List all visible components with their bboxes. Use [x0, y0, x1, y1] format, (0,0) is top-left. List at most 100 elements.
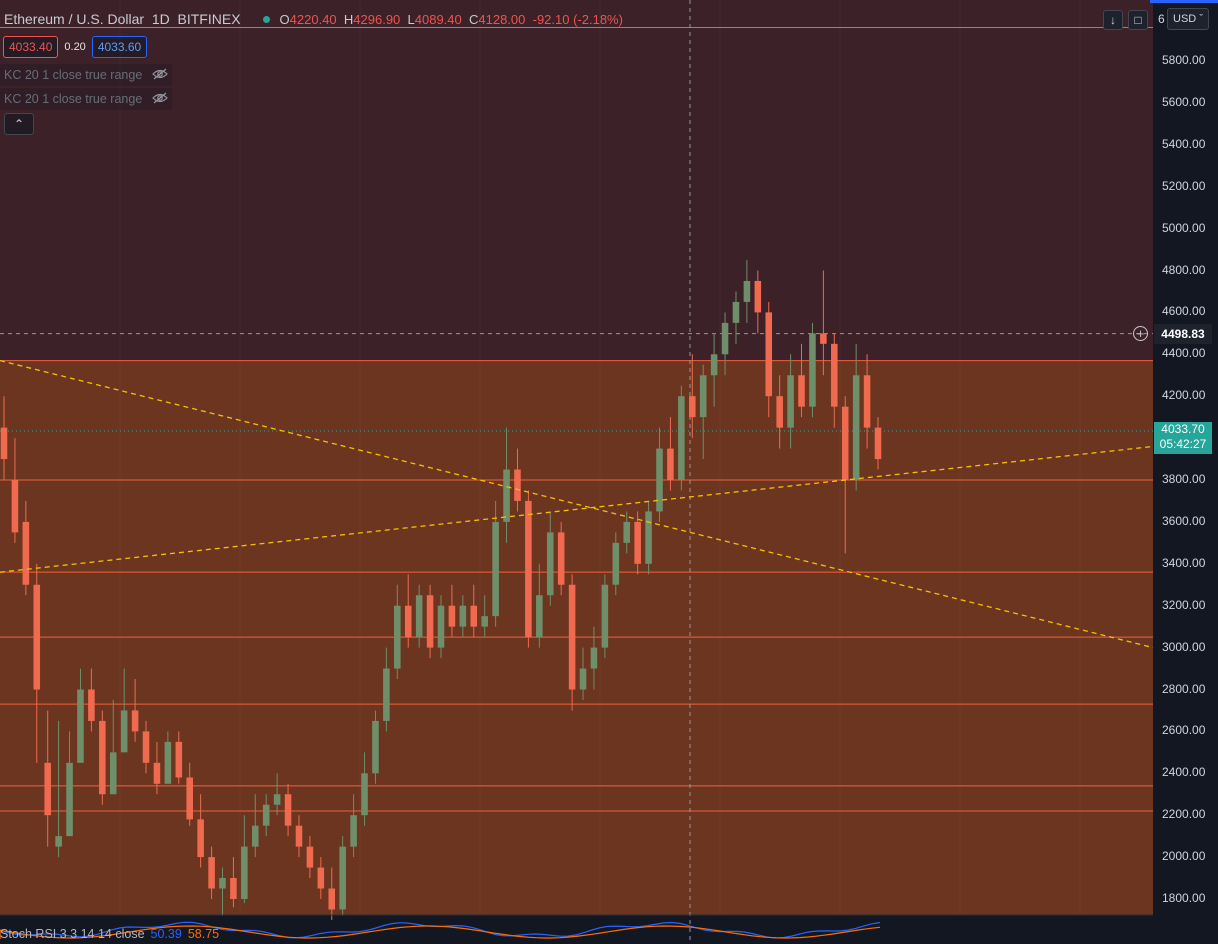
buy-button[interactable]: 4033.60 — [91, 36, 148, 58]
candle-body — [623, 521, 631, 543]
candle — [557, 521, 565, 596]
stoch-k-value: 50.39 — [150, 927, 182, 941]
candle-body — [656, 448, 663, 512]
maximize-button[interactable]: □ — [1128, 10, 1148, 30]
arrow-down-icon: ↓ — [1110, 13, 1116, 27]
collapse-legend-button[interactable]: ⌃ — [4, 113, 34, 135]
stoch-rsi-legend[interactable]: Stoch RSI 3 3 14 14 close 50.39 58.75 — [0, 925, 219, 943]
indicator-legend-kc-1[interactable]: KC 20 1 close true range — [0, 64, 173, 86]
candle-body — [481, 616, 488, 627]
candle-body — [219, 878, 226, 889]
candle-body — [394, 605, 401, 669]
candle-body — [415, 595, 423, 638]
candle-body — [743, 280, 751, 302]
candle-body — [131, 710, 139, 732]
candle-body — [874, 427, 882, 460]
symbol-title[interactable]: Ethereum / U.S. Dollar 1D BITFINEX — [0, 11, 241, 27]
hidden-eye-icon[interactable] — [152, 92, 169, 107]
candle-body — [186, 777, 194, 820]
candle-body — [863, 375, 871, 428]
legend-header: Ethereum / U.S. Dollar 1D BITFINEX O4220… — [0, 8, 623, 30]
axis-tick-label: 4600.00 — [1162, 304, 1206, 319]
candle-body — [208, 857, 215, 889]
candle-body — [678, 396, 685, 480]
candle-body — [612, 542, 620, 585]
last-price: 4033.70 — [1161, 422, 1205, 436]
candle — [678, 385, 685, 491]
candle-body — [120, 710, 128, 753]
candle-body — [88, 689, 95, 721]
candle-body — [546, 532, 554, 596]
axis-tick-label: 4200.00 — [1162, 388, 1206, 403]
price-chart[interactable] — [0, 0, 1218, 944]
scroll-down-button[interactable]: ↓ — [1103, 10, 1123, 30]
lower-zone — [0, 360, 1153, 916]
candle-body — [579, 668, 587, 690]
axis-tick-label: 3000.00 — [1162, 639, 1206, 654]
axis-tick-label: 3400.00 — [1162, 555, 1206, 570]
axis-tick-label: 5200.00 — [1162, 178, 1206, 193]
candle-body — [142, 731, 150, 763]
candle — [809, 322, 816, 418]
candle — [601, 574, 609, 659]
chart-window[interactable]: Ethereum / U.S. Dollar 1D BITFINEX O4220… — [0, 0, 1218, 944]
candle-body — [241, 846, 248, 899]
axis-tick-label: 4800.00 — [1162, 262, 1206, 277]
hidden-eye-icon[interactable] — [152, 68, 169, 83]
candle-body — [667, 448, 674, 480]
trade-panel: 4033.40 0.20 4033.60 — [3, 36, 148, 58]
axis-tick-label: 5600.00 — [1162, 94, 1206, 109]
candle-body — [350, 815, 357, 847]
candle-body — [852, 375, 860, 480]
crosshair-price-tag: 4498.83 — [1154, 324, 1212, 344]
candle — [339, 836, 346, 916]
candle-body — [525, 500, 532, 638]
candle-body — [536, 595, 543, 638]
candle-body — [448, 605, 456, 627]
axis-tick-label: 2400.00 — [1162, 765, 1206, 780]
axis-tick-label: 1800.00 — [1162, 891, 1206, 905]
axis-tick-label: 2200.00 — [1162, 807, 1206, 822]
axis-tick-label: 5800.00 — [1162, 53, 1206, 67]
axis-tick-label: 4400.00 — [1162, 346, 1206, 361]
chevron-down-icon: ˇ — [1199, 13, 1203, 25]
candle-body — [765, 312, 773, 397]
add-alert-icon[interactable]: + — [1133, 326, 1148, 341]
spread-value: 0.20 — [64, 41, 86, 53]
candle-body — [230, 878, 237, 899]
candle-body — [164, 741, 172, 784]
sell-button[interactable]: 4033.40 — [3, 36, 59, 58]
axis-tick-label: 2000.00 — [1162, 849, 1206, 864]
candle-body — [66, 762, 73, 837]
candle-body — [634, 521, 641, 564]
candle-body — [273, 794, 281, 805]
active-tab-indicator — [1150, 0, 1218, 3]
candle — [645, 500, 652, 575]
candle-body — [699, 375, 707, 418]
axis-tick-label: 3800.00 — [1162, 472, 1206, 486]
candle-body — [99, 720, 106, 795]
candle-body — [262, 804, 270, 826]
stoch-d-value: 58.75 — [187, 927, 220, 941]
candle-body — [688, 396, 696, 418]
axis-tick-label: 2800.00 — [1162, 681, 1206, 696]
candle-body — [590, 647, 598, 669]
candle-body — [361, 773, 368, 816]
candle-body — [328, 888, 336, 910]
candle-body — [33, 584, 41, 690]
axis-tick-label: 2600.00 — [1162, 723, 1206, 738]
axis-tick-label: 3200.00 — [1162, 597, 1206, 612]
candle-body — [809, 333, 816, 407]
candle-body — [317, 867, 325, 889]
candle-body — [459, 605, 467, 627]
candle-body — [383, 668, 390, 721]
candle-body — [492, 521, 499, 617]
candle-body — [645, 511, 652, 564]
candle-body — [470, 605, 478, 627]
indicator-legend-kc-2[interactable]: KC 20 1 close true range — [0, 88, 173, 110]
candle-body — [22, 521, 30, 585]
candle-body — [776, 396, 783, 428]
candle-body — [831, 343, 838, 407]
currency-select[interactable]: USD ˇ — [1167, 8, 1209, 30]
candle-body — [568, 584, 576, 690]
